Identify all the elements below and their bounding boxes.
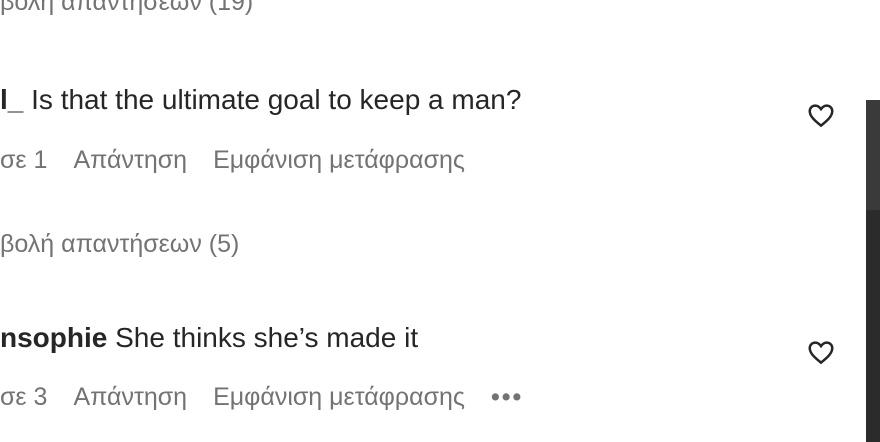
- comment-body: Is that the ultimate goal to keep a man?: [31, 84, 522, 115]
- heart-icon[interactable]: [806, 100, 836, 130]
- reply-button[interactable]: Απάντηση: [73, 383, 187, 411]
- comments-panel: βολή απαντήσεων (19) l_ Is that the ulti…: [0, 0, 866, 442]
- view-replies-label: βολή απαντήσεων (5): [0, 230, 240, 258]
- more-options-icon[interactable]: •••: [491, 383, 523, 411]
- comment-age: σε 1: [0, 146, 48, 174]
- scrollbar-gap: [866, 0, 880, 100]
- heart-icon[interactable]: [806, 337, 836, 367]
- comment-1: l_ Is that the ultimate goal to keep a m…: [0, 84, 521, 116]
- comment-2: nsophie She thinks she’s made it: [0, 322, 418, 354]
- view-replies-button[interactable]: βολή απαντήσεων (5): [0, 230, 239, 259]
- show-translation-button[interactable]: Εμφάνιση μετάφρασης: [213, 383, 465, 411]
- comment-2-actions: σε 3 Απάντηση Εμφάνιση μετάφρασης •••: [0, 383, 549, 412]
- show-translation-button[interactable]: Εμφάνιση μετάφρασης: [213, 146, 465, 174]
- view-replies-label: βολή απαντήσεων (19): [0, 0, 254, 16]
- reply-button[interactable]: Απάντηση: [73, 146, 187, 174]
- comment-age: σε 3: [0, 383, 48, 411]
- comment-1-actions: σε 1 Απάντηση Εμφάνιση μετάφρασης: [0, 146, 491, 175]
- view-replies-button[interactable]: βολή απαντήσεων (19): [0, 0, 253, 17]
- scrollbar-thumb[interactable]: [866, 100, 880, 210]
- comment-body: She thinks she’s made it: [115, 322, 419, 353]
- comment-username[interactable]: l_: [0, 84, 23, 115]
- comment-username[interactable]: nsophie: [0, 322, 107, 353]
